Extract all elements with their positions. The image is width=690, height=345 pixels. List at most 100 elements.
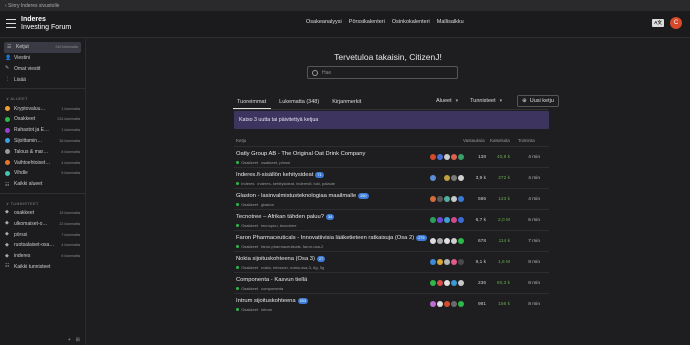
topic-row[interactable]: Faron Pharmaceuticals - Innovatiivisia l… xyxy=(234,230,549,251)
last-activity[interactable]: 7 min xyxy=(524,239,540,244)
poster-avatar[interactable] xyxy=(430,217,436,223)
topic-row[interactable]: Inderes.fi-sisällön kehitysideat 71 Indere… xyxy=(234,167,549,188)
topic-row[interactable]: Intrum sijoituskohteena 553 Osakkeet intrum… xyxy=(234,293,549,314)
poster-avatar[interactable] xyxy=(451,301,457,307)
topic-row[interactable]: Componenta - Kasvun tiellä Osakkeet compon… xyxy=(234,272,549,293)
poster-avatar[interactable] xyxy=(458,196,464,202)
sidebar-item-category[interactable]: Vaihtoehtoiset… 4 lukematta xyxy=(0,157,85,168)
topic-row[interactable]: Nokia sijoituskohteena (Osa 3) 27 Osakkeet… xyxy=(234,251,549,272)
poster-avatar[interactable] xyxy=(437,280,443,286)
topic-title[interactable]: Componenta - Kasvun tiellä xyxy=(236,277,307,283)
topic-title[interactable]: Nokia sijoituskohteena (Osa 3) 27 xyxy=(236,256,326,262)
topic-tags[interactable]: faron-pharmaceuticals, faron-osa-2 xyxy=(261,244,323,249)
unread-count-badge[interactable]: 553 xyxy=(297,298,308,304)
hamburger-menu-icon[interactable] xyxy=(6,19,16,28)
sidebar-item-category[interactable]: Rahastot ja E… 1 lukematta xyxy=(0,125,85,136)
unread-count-badge[interactable]: 27 xyxy=(316,256,326,262)
last-activity[interactable]: 4 min xyxy=(524,176,540,181)
tab-latest[interactable]: Tuoreimmat xyxy=(233,95,272,109)
nav-osakeanalyysi[interactable]: Osakeanalyysi xyxy=(306,19,342,25)
last-activity[interactable]: 8 min xyxy=(524,281,540,286)
topic-title-text[interactable]: Inderes.fi-sisällön kehitysideat xyxy=(236,172,313,178)
sidebar-item[interactable]: ✎ Omat viestit xyxy=(0,64,85,75)
topic-title-text[interactable]: Oatly Group AB - The Original Oat Drink … xyxy=(236,151,365,157)
add-section-icon[interactable]: + xyxy=(68,337,71,343)
col-replies[interactable]: Vastauksia xyxy=(463,138,485,143)
last-activity[interactable]: 4 min xyxy=(524,155,540,160)
topic-tags[interactable]: intrum xyxy=(261,307,272,312)
topic-title[interactable]: Faron Pharmaceuticals - Innovatiivisia l… xyxy=(236,235,427,241)
poster-avatar[interactable] xyxy=(451,259,457,265)
topic-title-text[interactable]: Nokia sijoituskohteena (Osa 3) xyxy=(236,256,315,262)
poster-avatar[interactable] xyxy=(451,154,457,160)
topic-category[interactable]: Osakkeet xyxy=(241,307,258,312)
col-topic[interactable]: Ketju xyxy=(236,138,246,143)
sidebar-item-tag[interactable]: ◆ ulkomaiset-o… 22 lukematta xyxy=(0,218,85,229)
topic-row[interactable]: Tecnotree – Afrikan tähden paluu? 34 Osakk… xyxy=(234,209,549,230)
poster-avatar[interactable] xyxy=(451,175,457,181)
sidebar-item-category[interactable]: ☷ Kaikki alueet xyxy=(0,179,85,190)
poster-avatar[interactable] xyxy=(458,217,464,223)
topic-category[interactable]: Osakkeet xyxy=(241,223,258,228)
poster-avatar[interactable] xyxy=(437,238,443,244)
topic-category[interactable]: Osakkeet xyxy=(241,244,258,249)
topic-title-text[interactable]: Tecnotree – Afrikan tähden paluu? xyxy=(236,214,324,220)
topic-title-text[interactable]: Faron Pharmaceuticals - Innovatiivisia l… xyxy=(236,235,414,241)
topic-title[interactable]: Tecnotree – Afrikan tähden paluu? 34 xyxy=(236,214,335,220)
poster-avatar[interactable] xyxy=(458,238,464,244)
new-topics-notice[interactable]: Katso 3 uutta tai päivitettyä ketjua xyxy=(234,111,549,129)
poster-avatar[interactable] xyxy=(437,175,443,181)
topic-row[interactable]: Oatly Group AB - The Original Oat Drink … xyxy=(234,146,549,167)
grid-icon[interactable]: ⊞ xyxy=(76,337,80,343)
poster-avatar[interactable] xyxy=(444,175,450,181)
unread-count-badge[interactable]: 71 xyxy=(315,172,324,178)
poster-avatar[interactable] xyxy=(437,217,443,223)
topic-title-text[interactable]: Glaston - lasinvalmistusteknologiaa maai… xyxy=(236,193,356,199)
site-logo[interactable]: Inderes Investing Forum xyxy=(21,16,71,32)
poster-avatar[interactable] xyxy=(430,238,436,244)
last-activity[interactable]: 8 min xyxy=(524,302,540,307)
poster-avatar[interactable] xyxy=(430,175,436,181)
sidebar-item-tag[interactable]: ◆ ruotsalaiset-osa… 4 lukematta xyxy=(0,240,85,251)
poster-avatar[interactable] xyxy=(451,280,457,286)
nav-porssikalenteri[interactable]: Pörssikalenteri xyxy=(349,19,385,25)
poster-avatar[interactable] xyxy=(458,154,464,160)
col-activity[interactable]: Toiminta xyxy=(518,138,535,143)
last-activity[interactable]: 4 min xyxy=(524,197,540,202)
last-activity[interactable]: 8 min xyxy=(524,260,540,265)
category-dropdown[interactable]: Alueet ▾ xyxy=(433,96,461,106)
sidebar-item-category[interactable]: Kryptovaluu… 1 lukematta xyxy=(0,103,85,114)
poster-avatar[interactable] xyxy=(430,154,436,160)
sidebar-item-tag[interactable]: ☷ Kaikki tunnisteet xyxy=(0,262,85,273)
sidebar-item-category[interactable]: Osakkeet 234 lukematta xyxy=(0,114,85,125)
topic-title[interactable]: Inderes.fi-sisällön kehitysideat 71 xyxy=(236,172,324,178)
sidebar-item-category[interactable]: Talous & mar… 8 lukematta xyxy=(0,146,85,157)
topic-row[interactable]: Glaston - lasinvalmistusteknologiaa maai… xyxy=(234,188,549,209)
topic-tags[interactable]: tecnopuu, tecnotree xyxy=(261,223,296,228)
section-head-alueet[interactable]: ∨ ALUEET xyxy=(0,92,85,103)
search-input[interactable]: Hae xyxy=(307,66,458,79)
poster-avatar[interactable] xyxy=(430,280,436,286)
poster-avatar[interactable] xyxy=(458,175,464,181)
nav-osinkokalenteri[interactable]: Osinkokalenteri xyxy=(392,19,430,25)
poster-avatar[interactable] xyxy=(430,301,436,307)
topic-tags[interactable]: glaston xyxy=(261,202,274,207)
topic-category[interactable]: Osakkeet xyxy=(241,286,258,291)
topic-tags[interactable]: inderes, kehitysideat, inderesfi, tuki, … xyxy=(258,181,336,186)
poster-avatar[interactable] xyxy=(430,259,436,265)
poster-avatar[interactable] xyxy=(444,259,450,265)
nav-mallisalkku[interactable]: Mallisalkku xyxy=(437,19,464,25)
sidebar-item-category[interactable]: Vihdle 5 lukematta xyxy=(0,168,85,179)
topic-title[interactable]: Glaston - lasinvalmistusteknologiaa maai… xyxy=(236,193,369,199)
unread-count-badge[interactable]: 279 xyxy=(416,235,427,241)
poster-avatar[interactable] xyxy=(444,238,450,244)
unread-count-badge[interactable]: 250 xyxy=(358,193,369,199)
topic-title[interactable]: Oatly Group AB - The Original Oat Drink … xyxy=(236,151,365,157)
poster-avatar[interactable] xyxy=(430,196,436,202)
topic-tags[interactable]: componenta xyxy=(261,286,283,291)
topic-category[interactable]: Inderes xyxy=(241,181,254,186)
topic-title[interactable]: Intrum sijoituskohteena 553 xyxy=(236,298,308,304)
poster-avatar[interactable] xyxy=(444,217,450,223)
poster-avatar[interactable] xyxy=(437,259,443,265)
poster-avatar[interactable] xyxy=(451,196,457,202)
